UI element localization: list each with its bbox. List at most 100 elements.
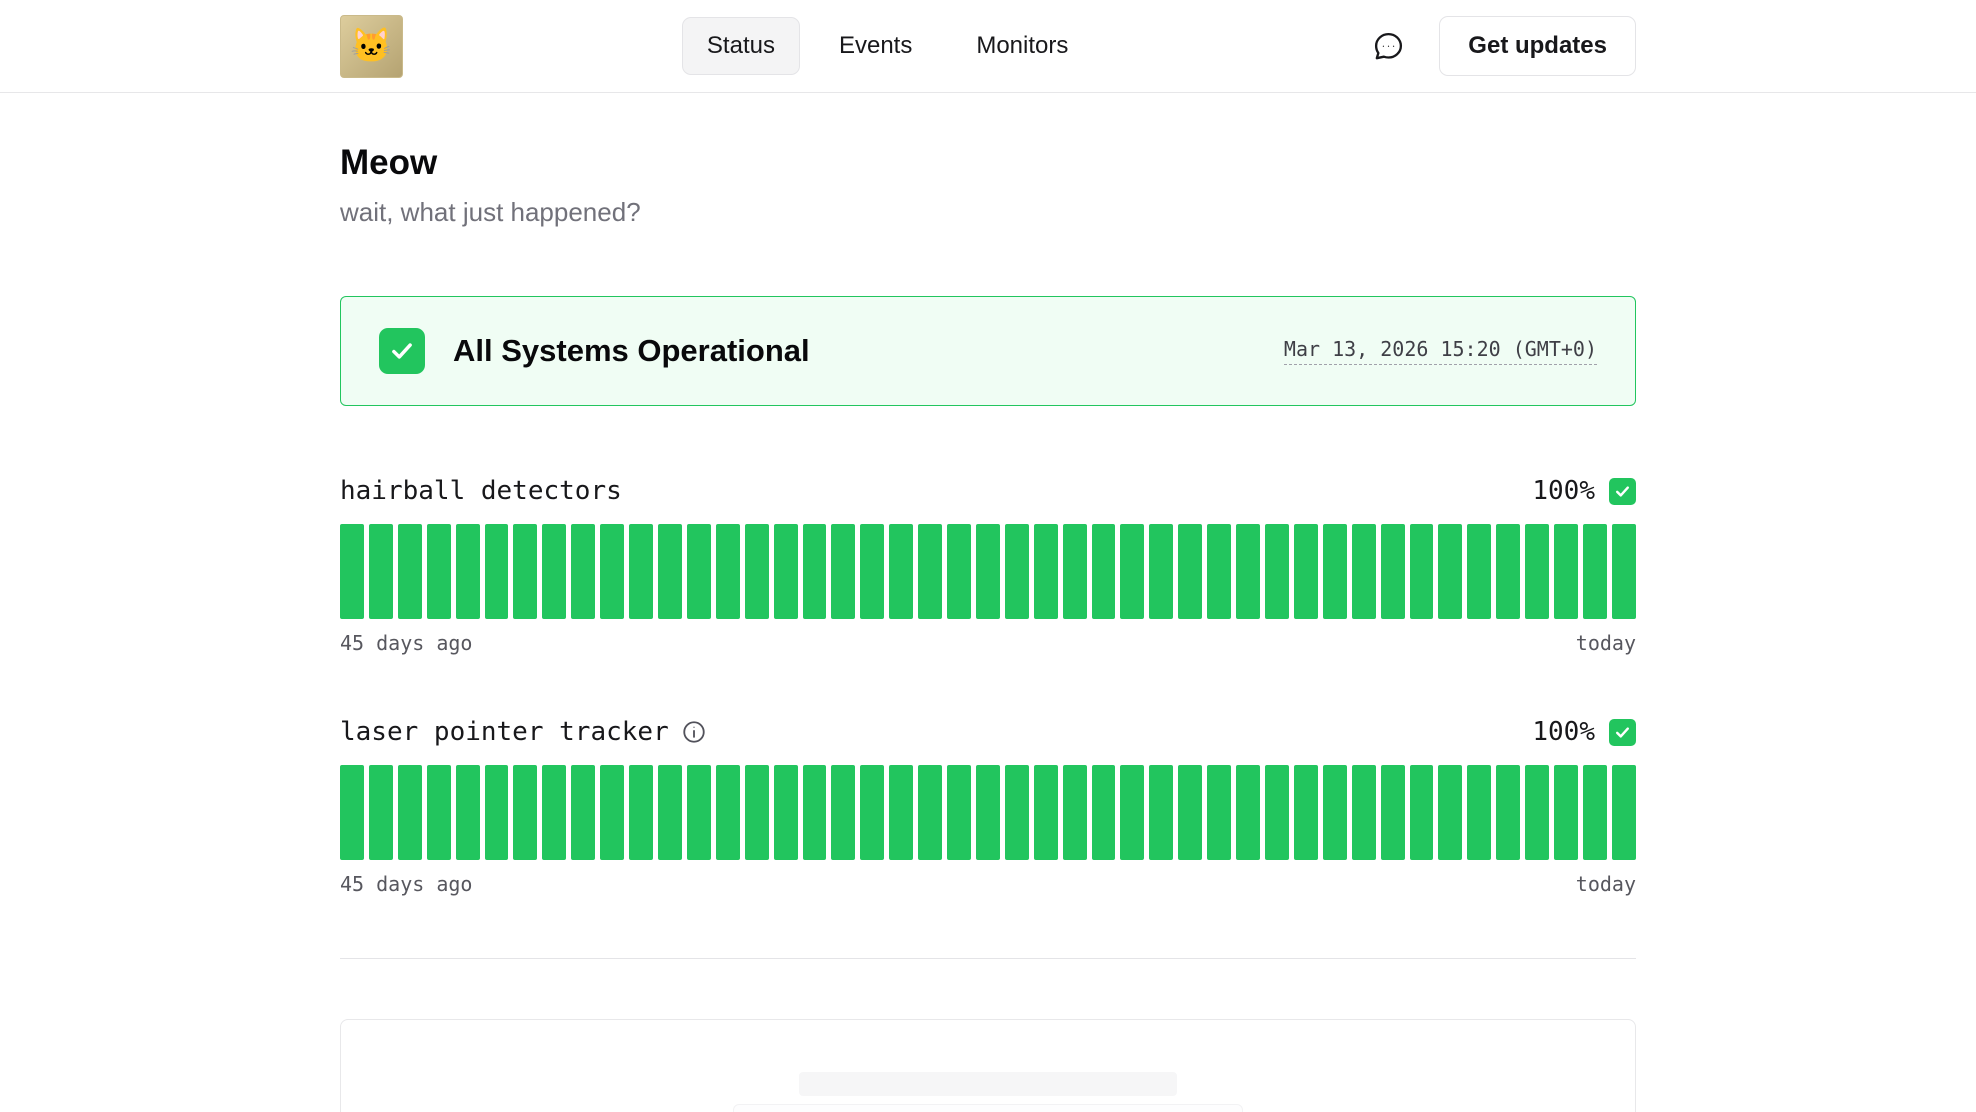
uptime-bar[interactable] [427, 524, 451, 619]
uptime-bar[interactable] [1149, 765, 1173, 860]
uptime-bar[interactable] [803, 524, 827, 619]
uptime-bar[interactable] [1207, 524, 1231, 619]
uptime-bar[interactable] [1525, 765, 1549, 860]
uptime-bar[interactable] [600, 524, 624, 619]
uptime-bar[interactable] [1034, 524, 1058, 619]
uptime-bar[interactable] [1236, 765, 1260, 860]
uptime-bar[interactable] [1323, 524, 1347, 619]
uptime-bar[interactable] [1265, 765, 1289, 860]
uptime-bar[interactable] [1092, 524, 1116, 619]
uptime-bar[interactable] [1410, 524, 1434, 619]
uptime-bar[interactable] [1294, 765, 1318, 860]
uptime-bar[interactable] [1352, 765, 1376, 860]
uptime-bar[interactable] [658, 765, 682, 860]
uptime-bar[interactable] [485, 765, 509, 860]
uptime-bar[interactable] [542, 765, 566, 860]
uptime-bar[interactable] [1410, 765, 1434, 860]
uptime-bar[interactable] [369, 765, 393, 860]
uptime-bar[interactable] [1207, 765, 1231, 860]
uptime-bar[interactable] [1467, 524, 1491, 619]
uptime-bar[interactable] [1612, 524, 1636, 619]
uptime-bar[interactable] [629, 524, 653, 619]
uptime-bar[interactable] [687, 765, 711, 860]
uptime-bar[interactable] [1294, 524, 1318, 619]
uptime-bar[interactable] [1438, 524, 1462, 619]
uptime-bar[interactable] [1063, 765, 1087, 860]
tab-status[interactable]: Status [682, 17, 800, 75]
uptime-bar[interactable] [1583, 524, 1607, 619]
uptime-bar[interactable] [745, 524, 769, 619]
uptime-bar[interactable] [1149, 524, 1173, 619]
uptime-bar[interactable] [1120, 524, 1144, 619]
uptime-bar[interactable] [803, 765, 827, 860]
uptime-bar[interactable] [456, 524, 480, 619]
uptime-bar[interactable] [687, 524, 711, 619]
uptime-bar[interactable] [1583, 765, 1607, 860]
uptime-bar[interactable] [542, 524, 566, 619]
uptime-bar[interactable] [456, 765, 480, 860]
uptime-bar[interactable] [485, 524, 509, 619]
uptime-bar[interactable] [947, 765, 971, 860]
uptime-bar[interactable] [1005, 524, 1029, 619]
uptime-bar[interactable] [600, 765, 624, 860]
get-updates-button[interactable]: Get updates [1439, 16, 1636, 76]
uptime-bar[interactable] [716, 524, 740, 619]
uptime-bar[interactable] [745, 765, 769, 860]
uptime-bar[interactable] [774, 765, 798, 860]
uptime-bar[interactable] [629, 765, 653, 860]
uptime-bar[interactable] [571, 765, 595, 860]
uptime-bar[interactable] [1554, 765, 1578, 860]
uptime-bar[interactable] [889, 765, 913, 860]
uptime-bar[interactable] [658, 524, 682, 619]
feedback-button[interactable] [1372, 30, 1405, 63]
uptime-bar[interactable] [831, 524, 855, 619]
uptime-bar-chart[interactable] [340, 524, 1636, 619]
uptime-bar[interactable] [1092, 765, 1116, 860]
uptime-bar[interactable] [340, 765, 364, 860]
uptime-bar[interactable] [398, 524, 422, 619]
uptime-bar[interactable] [1034, 765, 1058, 860]
uptime-bar[interactable] [831, 765, 855, 860]
uptime-bar[interactable] [1178, 524, 1202, 619]
uptime-bar[interactable] [369, 524, 393, 619]
uptime-bar-chart[interactable] [340, 765, 1636, 860]
uptime-bar[interactable] [1063, 524, 1087, 619]
uptime-bar[interactable] [1120, 765, 1144, 860]
uptime-bar[interactable] [860, 524, 884, 619]
uptime-bar[interactable] [918, 765, 942, 860]
uptime-bar[interactable] [1554, 524, 1578, 619]
uptime-bar[interactable] [774, 524, 798, 619]
uptime-bar[interactable] [1496, 765, 1520, 860]
uptime-bar[interactable] [1352, 524, 1376, 619]
site-logo[interactable]: 🐱 [340, 15, 403, 78]
uptime-bar[interactable] [976, 524, 1000, 619]
uptime-bar[interactable] [1178, 765, 1202, 860]
uptime-bar[interactable] [1005, 765, 1029, 860]
uptime-bar[interactable] [1438, 765, 1462, 860]
uptime-bar[interactable] [889, 524, 913, 619]
uptime-bar[interactable] [398, 765, 422, 860]
uptime-bar[interactable] [1496, 524, 1520, 619]
tab-monitors[interactable]: Monitors [951, 17, 1093, 75]
uptime-bar[interactable] [1467, 765, 1491, 860]
uptime-bar[interactable] [1525, 524, 1549, 619]
uptime-bar[interactable] [513, 524, 537, 619]
status-timestamp[interactable]: Mar 13, 2026 15:20 (GMT+0) [1284, 337, 1597, 365]
uptime-bar[interactable] [1381, 524, 1405, 619]
tab-events[interactable]: Events [814, 17, 937, 75]
uptime-bar[interactable] [976, 765, 1000, 860]
uptime-bar[interactable] [340, 524, 364, 619]
uptime-bar[interactable] [947, 524, 971, 619]
uptime-bar[interactable] [513, 765, 537, 860]
uptime-bar[interactable] [1323, 765, 1347, 860]
uptime-bar[interactable] [716, 765, 740, 860]
uptime-bar[interactable] [1236, 524, 1260, 619]
uptime-bar[interactable] [1265, 524, 1289, 619]
uptime-bar[interactable] [1381, 765, 1405, 860]
uptime-bar[interactable] [427, 765, 451, 860]
uptime-bar[interactable] [571, 524, 595, 619]
uptime-bar[interactable] [860, 765, 884, 860]
info-icon[interactable] [681, 719, 707, 745]
uptime-bar[interactable] [1612, 765, 1636, 860]
uptime-bar[interactable] [918, 524, 942, 619]
